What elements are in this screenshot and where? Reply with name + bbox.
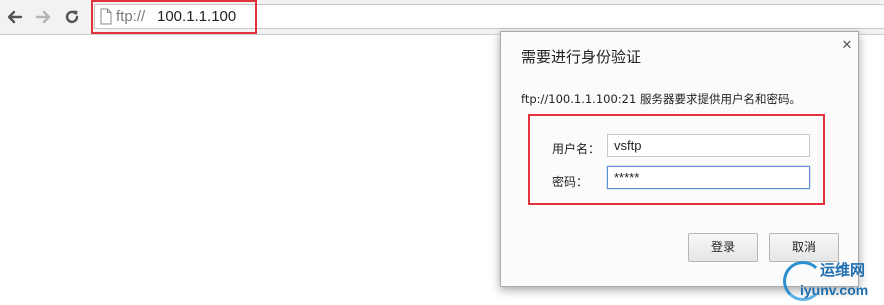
arrow-right-icon xyxy=(35,10,51,24)
close-icon[interactable]: ✕ xyxy=(841,39,853,52)
login-button[interactable]: 登录 xyxy=(688,233,758,262)
watermark-logo: 运维网 iyunv.com xyxy=(780,255,884,305)
page: ftp:// 100.1.1.100 需要进行身份验证 ✕ ftp://100.… xyxy=(0,0,884,305)
forward-button[interactable] xyxy=(32,6,54,28)
auth-dialog: 需要进行身份验证 ✕ ftp://100.1.1.100:21 服务器要求提供用… xyxy=(500,31,859,287)
dialog-message: ftp://100.1.1.100:21 服务器要求提供用户名和密码。 xyxy=(521,92,801,106)
watermark-url: iyunv.com xyxy=(800,282,869,298)
back-button[interactable] xyxy=(4,6,26,28)
url-highlight-box xyxy=(91,0,257,34)
arrow-left-icon xyxy=(7,10,23,24)
reload-icon xyxy=(65,10,79,24)
reload-button[interactable] xyxy=(61,6,83,28)
watermark-title: 运维网 xyxy=(820,261,866,279)
dialog-title: 需要进行身份验证 xyxy=(521,48,642,66)
credentials-highlight-box xyxy=(528,114,825,205)
